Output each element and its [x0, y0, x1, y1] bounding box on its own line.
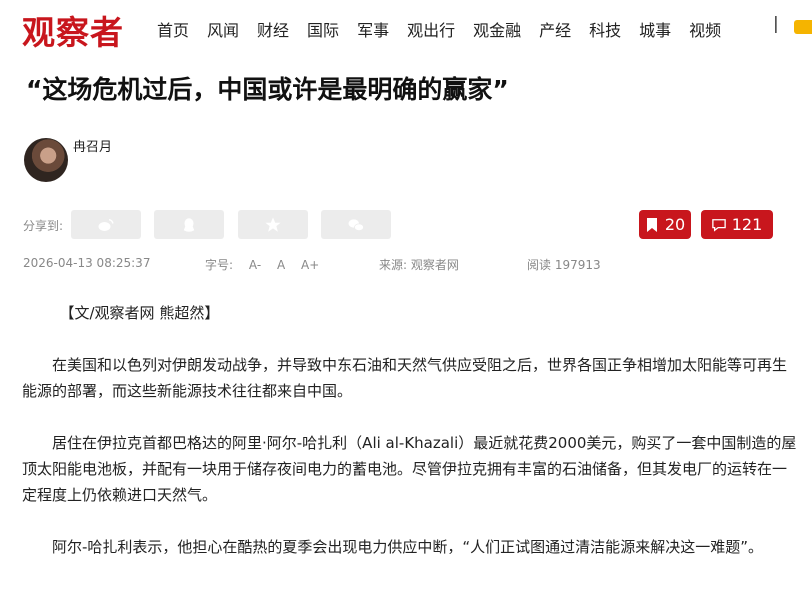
share-label: 分享到:: [23, 219, 64, 233]
wechat-icon: [348, 218, 364, 231]
nav-item-home[interactable]: 首页: [157, 17, 189, 41]
bookmark-count: 20: [664, 215, 686, 234]
bookmark-button[interactable]: 20: [639, 210, 691, 239]
publish-date: 2026-04-13 08:25:37: [23, 256, 151, 270]
font-size-increase-button[interactable]: A+: [301, 258, 319, 272]
nav-item-finance-guan[interactable]: 观金融: [473, 17, 521, 41]
font-size-decrease-button[interactable]: A-: [249, 258, 261, 272]
nav-item-international[interactable]: 国际: [307, 17, 339, 41]
weibo-icon: [98, 218, 114, 231]
nav-item-industry[interactable]: 产经: [539, 17, 571, 41]
read-label: 阅读: [527, 258, 552, 272]
nav-item-travel[interactable]: 观出行: [407, 17, 455, 41]
source-info: 来源: 观察者网: [379, 256, 459, 273]
site-logo[interactable]: 观察者: [22, 6, 124, 54]
article-title: “这场危机过后，中国或许是最明确的赢家”: [26, 75, 509, 104]
article-paragraph: 居住在伊拉克首都巴格达的阿里·阿尔-哈扎利（Ali al-Khazali）最近就…: [22, 434, 797, 504]
author-name[interactable]: 冉召月: [73, 136, 112, 155]
article-body: 【文/观察者网 熊超然】 在美国和以色列对伊朗发动战争，并导致中东石油和天然气供…: [22, 300, 798, 586]
nav-item-fengwen[interactable]: 风闻: [207, 17, 239, 41]
font-size-label: 字号:: [205, 258, 234, 272]
article-paragraph: 阿尔-哈扎利表示，他担心在酷热的夏季会出现电力供应中断，“人们正试图通过清洁能源…: [52, 538, 763, 556]
source-label: 来源:: [379, 258, 408, 272]
comment-count: 121: [731, 215, 763, 234]
qzone-icon: [265, 217, 281, 232]
read-number: 197913: [554, 258, 601, 272]
comment-icon: [711, 218, 726, 232]
article-paragraph: 在美国和以色列对伊朗发动战争，并导致中东石油和天然气供应受阻之后，世界各国正争相…: [22, 356, 788, 400]
share-qq-button[interactable]: [154, 210, 224, 239]
nav-separator: |: [773, 14, 779, 34]
author-avatar[interactable]: [24, 138, 68, 182]
nav-item-tech[interactable]: 科技: [589, 17, 621, 41]
font-size-normal-button[interactable]: A: [277, 258, 285, 272]
font-size-control: 字号: A- A A+: [205, 256, 331, 273]
nav-badge-icon[interactable]: [794, 20, 812, 34]
share-wechat-button[interactable]: [321, 210, 391, 239]
nav-menu: 首页 风闻 财经 国际 军事 观出行 观金融 产经 科技 城事 视频: [157, 17, 739, 41]
share-qzone-button[interactable]: [238, 210, 308, 239]
read-count: 阅读 197913: [527, 256, 601, 273]
nav-item-city[interactable]: 城事: [639, 17, 671, 41]
comment-button[interactable]: 121: [701, 210, 773, 239]
article-byline: 【文/观察者网 熊超然】: [59, 304, 220, 322]
bookmark-icon: [646, 217, 657, 232]
top-nav: 观察者 首页 风闻 财经 国际 军事 观出行 观金融 产经 科技 城事 视频 |: [0, 0, 812, 56]
nav-item-finance[interactable]: 财经: [257, 17, 289, 41]
nav-item-military[interactable]: 军事: [357, 17, 389, 41]
qq-icon: [183, 217, 195, 232]
nav-item-video[interactable]: 视频: [689, 17, 721, 41]
share-weibo-button[interactable]: [71, 210, 141, 239]
source-name[interactable]: 观察者网: [411, 258, 459, 272]
